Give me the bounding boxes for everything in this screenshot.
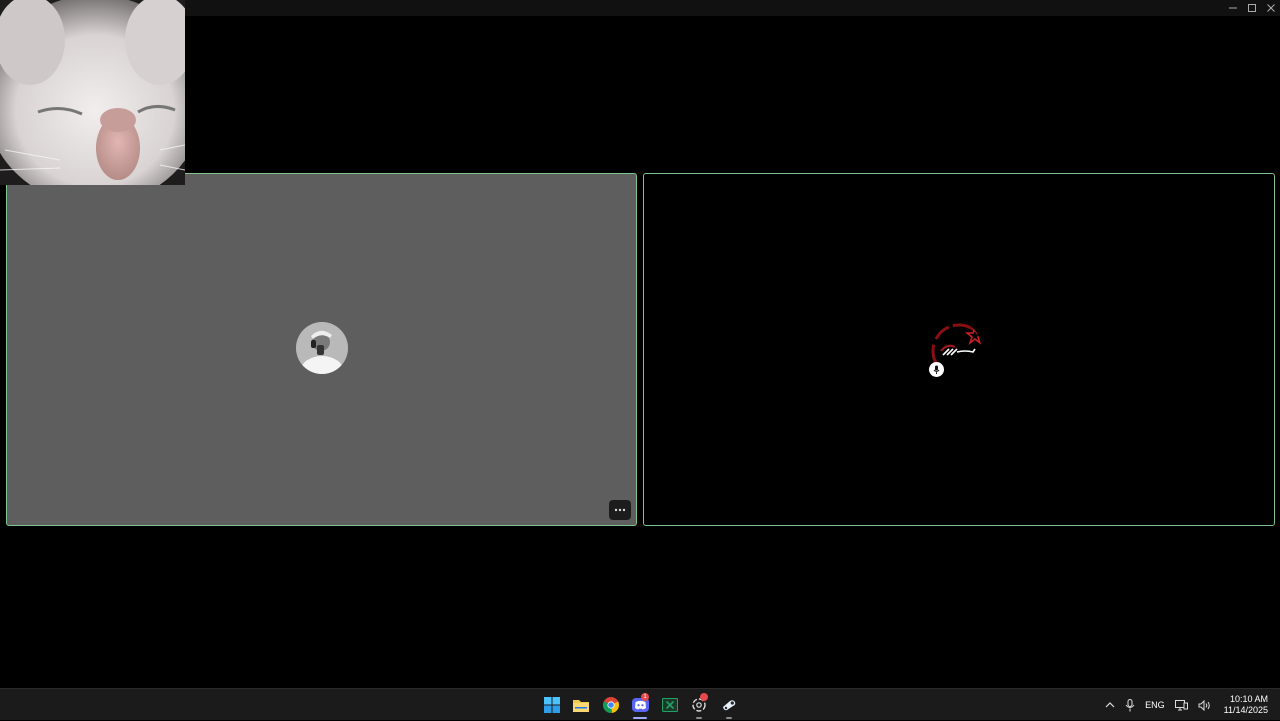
- title-bar[interactable]: [0, 0, 1280, 16]
- volume-icon: [1198, 699, 1210, 711]
- maximize-icon: [1247, 4, 1256, 12]
- taskbar-clock[interactable]: 10:10 AM 11/14/2025: [1216, 694, 1280, 716]
- cat-video-feed: [0, 0, 185, 185]
- network-tray-button[interactable]: [1170, 689, 1193, 721]
- call-window: [0, 0, 1280, 688]
- language-indicator[interactable]: ENG: [1140, 689, 1170, 721]
- system-tray: ENG 10:10 AM 11/14/2025: [1100, 689, 1280, 721]
- show-hidden-icons-button[interactable]: [1100, 689, 1120, 721]
- maximize-button[interactable]: [1242, 0, 1261, 16]
- close-icon: [1266, 4, 1275, 12]
- windows-logo-icon: [543, 697, 560, 713]
- taskbar-file-explorer[interactable]: [567, 689, 597, 721]
- more-options-button[interactable]: [609, 500, 631, 520]
- volume-tray-button[interactable]: [1193, 689, 1216, 721]
- self-video-preview[interactable]: [0, 0, 185, 185]
- muted-mic-icon: [933, 365, 940, 374]
- participant-tile-left[interactable]: [6, 173, 637, 526]
- steam-icon: [722, 700, 735, 711]
- running-indicator: [696, 717, 703, 719]
- active-indicator: [633, 717, 648, 719]
- start-button[interactable]: [537, 689, 567, 721]
- excel-icon: [661, 698, 678, 712]
- minimize-button[interactable]: [1223, 0, 1242, 16]
- taskbar: 1 ENG 10:10 AM 11/14/2025: [0, 688, 1280, 720]
- notification-badge: 1: [641, 693, 649, 701]
- clock-date: 11/14/2025: [1223, 705, 1268, 715]
- folder-icon: [573, 699, 590, 712]
- taskbar-chatgpt[interactable]: [685, 689, 715, 721]
- running-indicator: [725, 717, 732, 719]
- taskbar-chrome[interactable]: [596, 689, 626, 721]
- taskbar-steam[interactable]: [714, 689, 744, 721]
- minimize-icon: [1228, 7, 1237, 9]
- participant-avatar: [296, 322, 348, 374]
- person-avatar-grayscale: [296, 322, 348, 374]
- more-icon: [614, 508, 626, 512]
- network-icon: [1174, 699, 1188, 710]
- clock-time: 10:10 AM: [1229, 694, 1268, 704]
- chevron-up-icon: [1105, 702, 1115, 708]
- taskbar-apps: 1: [537, 689, 744, 721]
- window-controls: [1223, 0, 1280, 16]
- taskbar-excel[interactable]: [655, 689, 685, 721]
- notification-dot: [700, 693, 708, 701]
- muted-badge: [929, 362, 944, 377]
- microphone-icon: [1125, 698, 1135, 711]
- participant-tile-right[interactable]: [643, 173, 1275, 526]
- microphone-tray-button[interactable]: [1120, 689, 1140, 721]
- close-button[interactable]: [1261, 0, 1280, 16]
- chrome-icon: [602, 697, 619, 713]
- taskbar-discord[interactable]: 1: [626, 689, 656, 721]
